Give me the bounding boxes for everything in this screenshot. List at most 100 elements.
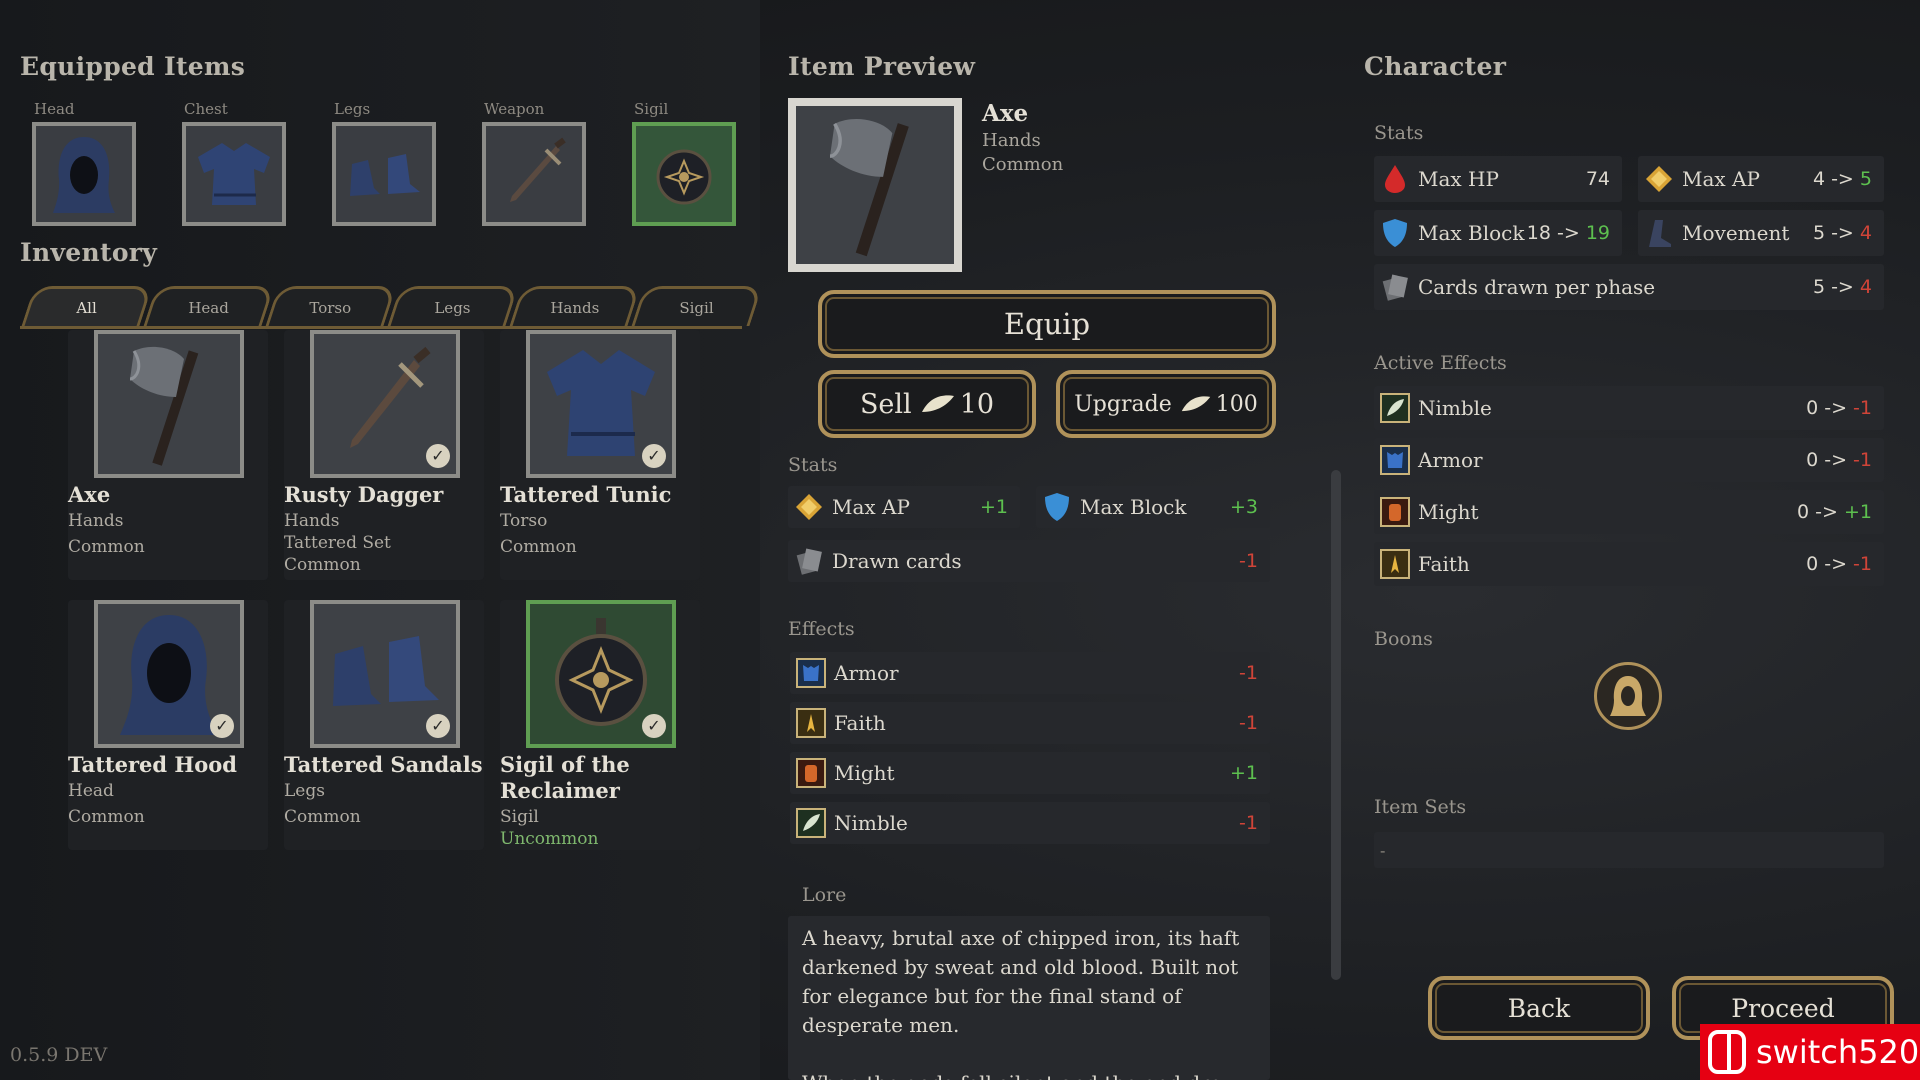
feather-currency-icon [921,395,954,412]
char-stat-movement: Movement 5 -> 4 [1638,210,1884,256]
inventory-item-rusty-dagger[interactable]: ✓ Rusty Dagger Hands Tattered Set Common [284,330,484,580]
tab-head[interactable]: Head [143,286,275,326]
stat-name: Drawn cards [832,549,962,573]
equip-button[interactable]: Equip [818,290,1276,358]
upgrade-price: 100 [1215,391,1258,417]
equip-label: Equip [1003,307,1091,341]
inventory-item-tattered-hood[interactable]: ✓ Tattered Hood Head Common [68,600,268,850]
equipped-items-title: Equipped Items [20,52,246,81]
effect-value: -1 [1239,662,1258,684]
effect-name: Armor [1418,448,1483,472]
dagger-icon [510,137,566,202]
item-image: ✓ [310,600,460,748]
back-label: Back [1507,993,1571,1023]
active-effects-title: Active Effects [1374,352,1507,374]
character-title: Character [1364,52,1507,81]
ap-diamond-icon [794,492,824,522]
preview-stat-max-block: Max Block +3 [1036,486,1270,528]
stat-name: Movement [1682,221,1790,245]
nimble-icon [796,808,826,838]
stat-value: +1 [979,496,1008,518]
stat-value: 74 [1585,168,1610,190]
equipped-slot-sigil[interactable] [632,122,736,226]
char-effect-armor: Armor 0 -> -1 [1374,438,1884,482]
stat-name: Max AP [832,495,910,519]
back-button[interactable]: Back [1428,976,1650,1040]
sell-price: 10 [959,388,995,420]
equipped-check-icon: ✓ [642,444,666,468]
preview-image-frame [788,98,962,272]
item-rarity: Common [284,555,361,575]
preview-scrollbar[interactable] [1331,470,1341,980]
equipped-check-icon: ✓ [210,714,234,738]
item-rarity: Common [68,807,145,827]
inventory-item-axe[interactable]: Axe Hands Common [68,330,268,580]
boon-hooded-figure-icon[interactable] [1594,662,1662,730]
tab-all[interactable]: All [21,286,153,326]
effect-name: Might [1418,500,1479,524]
stat-value: 5 -> 4 [1812,276,1872,298]
console-logo-icon [1708,1030,1746,1074]
armor-icon [796,658,826,688]
item-name: Tattered Sandals [284,752,483,777]
tunic-icon [547,350,655,456]
item-slot: Head [68,781,114,801]
shield-icon [1042,492,1072,522]
watermark-text: switch520 [1756,1033,1920,1071]
char-effect-nimble: Nimble 0 -> -1 [1374,386,1884,430]
inventory-item-tattered-tunic[interactable]: ✓ Tattered Tunic Torso Common [500,330,700,580]
equipped-slot-weapon[interactable] [482,122,586,226]
inventory-item-tattered-sandals[interactable]: ✓ Tattered Sandals Legs Common [284,600,484,850]
item-slot: Legs [284,781,325,801]
effect-name: Nimble [1418,396,1492,420]
dagger-icon [350,346,431,448]
item-set: Tattered Set [284,533,391,553]
hood-icon [53,137,115,213]
sell-label: Sell [859,388,912,420]
sigil-icon [656,149,712,205]
preview-stat-drawn-cards: Drawn cards -1 [788,540,1270,582]
effect-value: 0 -> -1 [1806,449,1872,471]
equipped-slot-chest[interactable] [182,122,286,226]
equipped-slot-head[interactable] [32,122,136,226]
inventory-item-sigil-of-the-reclaimer[interactable]: ✓ Sigil of the Reclaimer Sigil Uncommon [500,600,700,850]
item-slot: Sigil [500,807,539,827]
effect-value: 0 -> -1 [1806,397,1872,419]
tunic-icon [198,143,270,205]
equipped-slot-legs[interactable] [332,122,436,226]
upgrade-button[interactable]: Upgrade 100 [1056,370,1276,438]
watermark-badge: switch520 [1700,1024,1920,1080]
might-icon [1380,497,1410,527]
char-effect-faith: Faith 0 -> -1 [1374,542,1884,586]
item-sets-list: - [1374,832,1884,868]
effect-value: -1 [1239,812,1258,834]
item-rarity: Common [68,537,145,557]
preview-effect-faith: Faith -1 [790,702,1270,744]
equipped-check-icon: ✓ [642,714,666,738]
item-rarity: Common [284,807,361,827]
preview-item-slot: Hands [982,130,1041,151]
lore-paragraph-2: When the gods fell silent and the end dr… [802,1069,1256,1080]
sell-button[interactable]: Sell 10 [818,370,1036,438]
stat-name: Max Block [1080,495,1187,519]
tab-sigil[interactable]: Sigil [631,286,763,326]
item-sets-value: - [1380,840,1386,860]
upgrade-label: Upgrade [1074,391,1172,417]
boot-icon [1644,218,1674,248]
version-label: 0.5.9 DEV [10,1044,108,1066]
tab-hands[interactable]: Hands [509,286,641,326]
item-image: ✓ [94,600,244,748]
stat-value: 18 -> 19 [1526,222,1610,244]
feather-currency-icon [1181,396,1210,412]
item-image: ✓ [526,330,676,478]
faith-icon [796,708,826,738]
item-slot: Hands [68,511,124,531]
preview-effect-might: Might +1 [790,752,1270,794]
char-stat-max-ap: Max AP 4 -> 5 [1638,156,1884,202]
tab-legs[interactable]: Legs [387,286,519,326]
effect-value: +1 [1229,762,1258,784]
sandals-icon [350,154,420,196]
stat-name: Max AP [1682,167,1760,191]
tab-torso[interactable]: Torso [265,286,397,326]
axe-icon [129,346,199,466]
